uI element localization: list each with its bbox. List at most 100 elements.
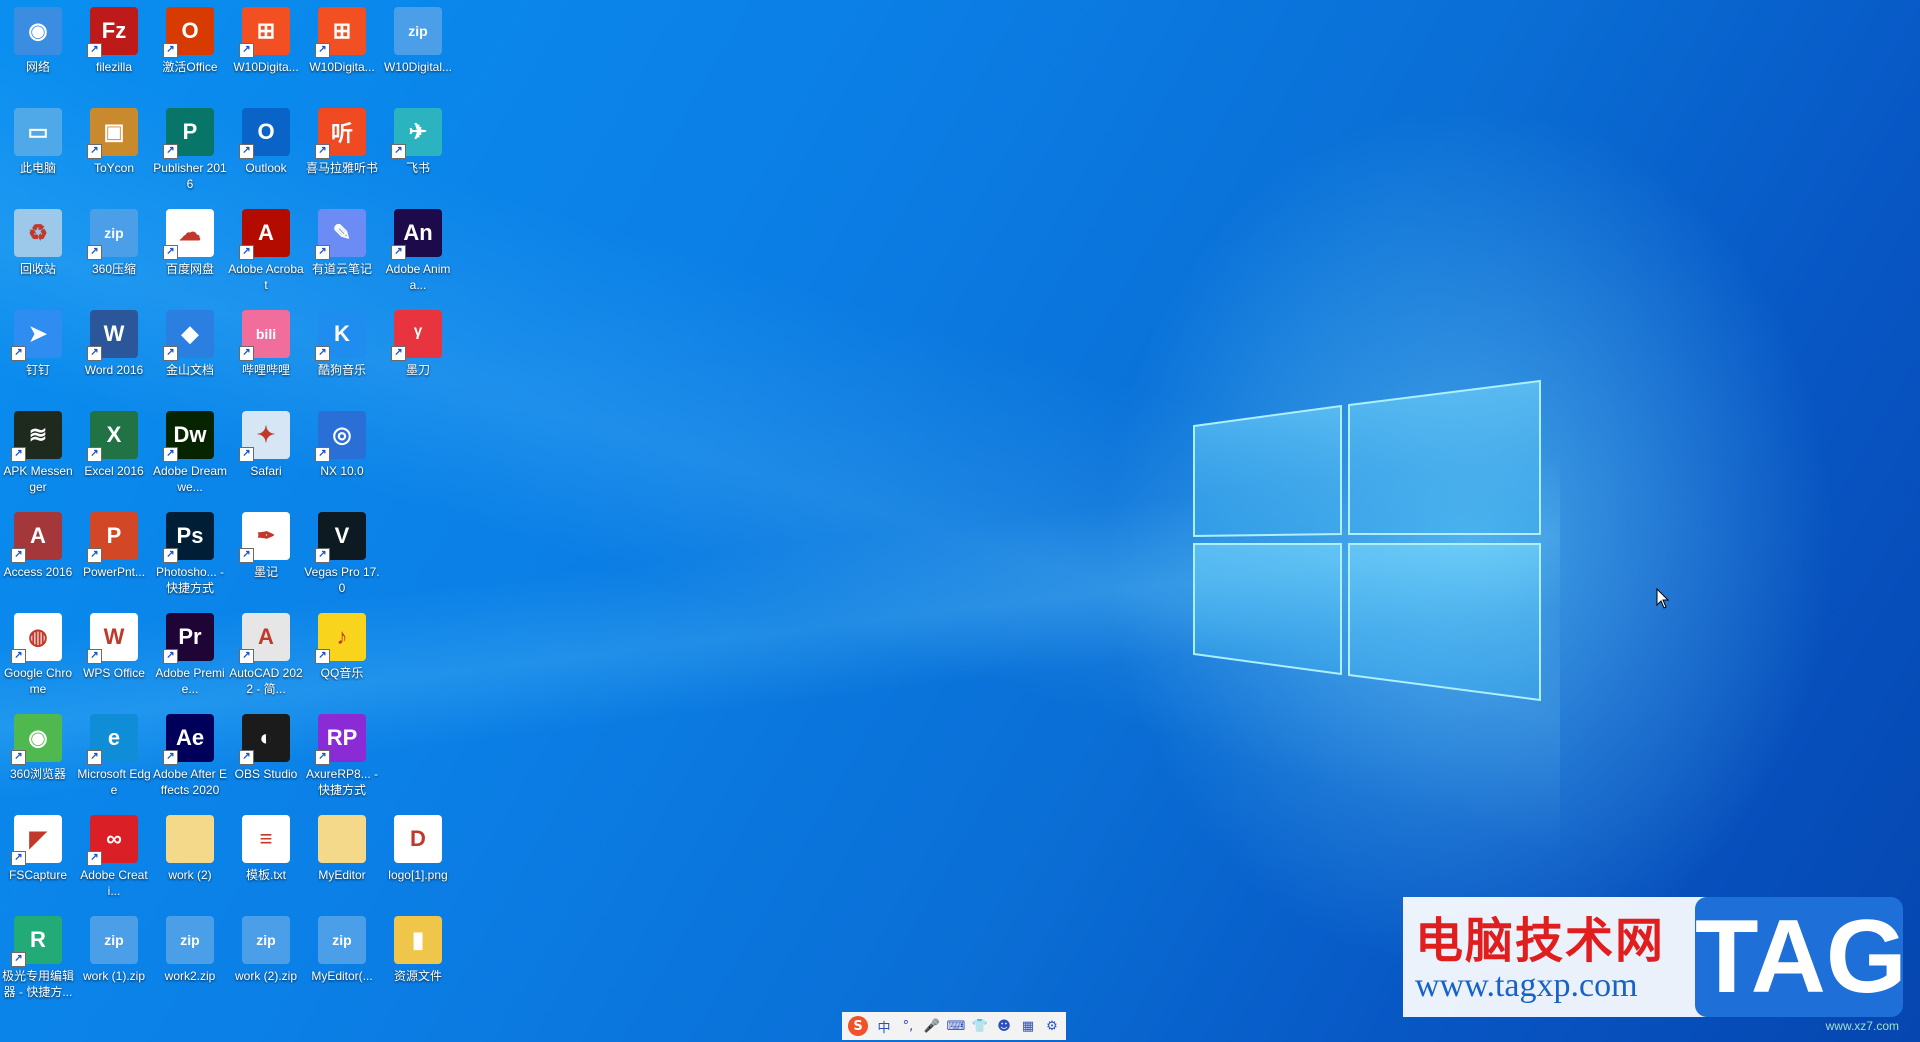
sogou-logo-icon[interactable]: S [848, 1016, 868, 1036]
desktop-icon[interactable]: ♻ 回收站 [1, 205, 75, 301]
desktop-icon[interactable]: Fz ↗ filezilla [77, 3, 151, 99]
desktop-icon[interactable]: ✦ ↗ Safari [229, 407, 303, 503]
ime-toolbox-icon[interactable]: ▦ [1020, 1018, 1036, 1034]
desktop-icon[interactable]: An ↗ Adobe Anima... [381, 205, 455, 301]
desktop-icon[interactable]: ≋ ↗ APK Messenger [1, 407, 75, 503]
desktop-icon[interactable]: e ↗ Microsoft Edge [77, 710, 151, 806]
desktop-icon[interactable]: W ↗ Word 2016 [77, 306, 151, 402]
shortcut-arrow-icon: ↗ [391, 144, 406, 159]
desktop-icon[interactable]: P ↗ Publisher 2016 [153, 104, 227, 200]
desktop-icon[interactable]: P ↗ PowerPnt... [77, 508, 151, 604]
desktop-icon-label: PowerPnt... [82, 565, 146, 579]
jiguang-editor-icon: R ↗ [11, 916, 62, 967]
desktop-icon-label: Adobe Anima... [385, 262, 451, 292]
desktop-icon-label: Outlook [245, 161, 287, 175]
desktop-icon[interactable]: ◐ ↗ OBS Studio [229, 710, 303, 806]
desktop-icon[interactable]: ✎ ↗ 有道云笔记 [305, 205, 379, 301]
desktop-icon[interactable]: zip work (2).zip [229, 912, 303, 1008]
desktop-icon[interactable]: Ae ↗ Adobe After Effects 2020 [153, 710, 227, 806]
desktop-icon[interactable]: ◆ ↗ 金山文档 [153, 306, 227, 402]
desktop-icon[interactable]: ♪ ↗ QQ音乐 [305, 609, 379, 705]
ime-microphone-icon[interactable]: 🎤 [924, 1018, 940, 1034]
desktop-icon[interactable]: ⊞ ↗ W10Digita... [305, 3, 379, 99]
folder-icon [166, 815, 214, 863]
desktop-icon[interactable]: zip work (1).zip [77, 912, 151, 1008]
desktop-icon-label: Vegas Pro 17.0 [304, 565, 380, 595]
desktop-icon[interactable]: K ↗ 酷狗音乐 [305, 306, 379, 402]
desktop-icon[interactable]: RP ↗ AxureRP8... - 快捷方式 [305, 710, 379, 806]
desktop-icon[interactable]: ◉ 网络 [1, 3, 75, 99]
qq-music-icon: ♪ ↗ [315, 613, 366, 664]
desktop-icon[interactable]: work (2) [153, 811, 227, 907]
dreamweaver-icon: Dw ↗ [163, 411, 214, 462]
desktop-icon[interactable]: V ↗ Vegas Pro 17.0 [304, 508, 380, 604]
desktop-icon[interactable]: bili ↗ 哔哩哔哩 [229, 306, 303, 402]
safari-icon: ✦ ↗ [239, 411, 290, 462]
shortcut-arrow-icon: ↗ [239, 548, 254, 563]
ime-chinese-mode[interactable]: 中 [876, 1018, 892, 1036]
shortcut-arrow-icon: ↗ [11, 750, 26, 765]
desktop-icon[interactable]: ▣ ↗ ToYcon [77, 104, 151, 200]
desktop-icon[interactable]: ✈ ↗ 飞书 [381, 104, 455, 200]
desktop-icon[interactable]: ᵞ ↗ 墨刀 [381, 306, 455, 402]
recycle-bin-icon: ♻ [14, 209, 62, 257]
windows-shield-icon: ⊞ ↗ [315, 7, 366, 58]
desktop-icon[interactable]: Pr ↗ Adobe Premie... [153, 609, 227, 705]
desktop-icon[interactable]: ◤ ↗ FSCapture [1, 811, 75, 907]
desktop-icon[interactable]: A ↗ AutoCAD 2022 - 简... [229, 609, 303, 705]
desktop-icon-label: Adobe After Effects 2020 [152, 767, 228, 797]
desktop-icon[interactable]: Dlogo[1].png [381, 811, 455, 907]
desktop-icon-label: Adobe Premie... [155, 666, 225, 696]
watermark-panel: 电脑技术网 www.tagxp.com [1403, 897, 1713, 1017]
desktop-icon[interactable]: ☁ ↗ 百度网盘 [153, 205, 227, 301]
desktop-icon[interactable]: Ps ↗ Photosho... - 快捷方式 [153, 508, 227, 604]
desktop-icon[interactable]: zip ↗ 360压缩 [77, 205, 151, 301]
shortcut-arrow-icon: ↗ [391, 245, 406, 260]
desktop-icon[interactable]: ◍ ↗ Google Chrome [1, 609, 75, 705]
desktop-icon[interactable]: R ↗ 极光专用编辑器 - 快捷方... [1, 912, 75, 1008]
360-browser-icon: ◉ ↗ [11, 714, 62, 765]
desktop-icon[interactable]: A ↗ Access 2016 [1, 508, 75, 604]
desktop-icon[interactable]: MyEditor [305, 811, 379, 907]
desktop-icon[interactable]: 听 ↗ 喜马拉雅听书 [305, 104, 379, 200]
desktop-icon[interactable]: ▮ 资源文件 [381, 912, 455, 1008]
desktop-icon[interactable]: ∞ ↗ Adobe Creati... [77, 811, 151, 907]
desktop-icon[interactable]: ⊞ ↗ W10Digita... [229, 3, 303, 99]
windows-shield-icon: ⊞ ↗ [239, 7, 290, 58]
desktop-icon-label: W10Digita... [309, 60, 375, 74]
ime-robot-icon[interactable]: ☻ [996, 1018, 1012, 1034]
desktop-icon-label: work (2).zip [234, 969, 297, 983]
desktop-icon-label: 回收站 [19, 262, 56, 276]
desktop-icon[interactable]: ◎ ↗ NX 10.0 [305, 407, 379, 503]
desktop-icon[interactable]: O ↗ 激活Office [153, 3, 227, 99]
desktop-icon[interactable]: ≡ 模板.txt [229, 811, 303, 907]
desktop-icon-label: 网络 [25, 60, 50, 74]
desktop-icon[interactable]: ✒ ↗ 墨记 [229, 508, 303, 604]
desktop-icon[interactable]: ➤ ↗ 钉钉 [1, 306, 75, 402]
desktop-icon[interactable]: zip W10Digital... [381, 3, 455, 99]
shortcut-arrow-icon: ↗ [163, 43, 178, 58]
desktop-icon[interactable]: ▭ 此电脑 [1, 104, 75, 200]
ime-toolbar[interactable]: S 中 °, 🎤 ⌨ 👕 ☻ ▦ ⚙ [842, 1012, 1066, 1040]
zip-archive-icon: zip [90, 916, 138, 964]
windows-logo-icon [1193, 379, 1541, 702]
desktop-icon[interactable]: A ↗ Adobe Acrobat [228, 205, 304, 301]
ime-punctuation-icon[interactable]: °, [900, 1018, 916, 1034]
desktop-icon[interactable]: Dw ↗ Adobe Dreamwe... [153, 407, 227, 503]
desktop-icon[interactable]: ◉ ↗ 360浏览器 [1, 710, 75, 806]
shortcut-arrow-icon: ↗ [11, 952, 26, 967]
desktop-icon[interactable]: X ↗ Excel 2016 [77, 407, 151, 503]
shortcut-arrow-icon: ↗ [315, 447, 330, 462]
youdao-note-icon: ✎ ↗ [315, 209, 366, 260]
desktop-icon[interactable]: W ↗ WPS Office [77, 609, 151, 705]
desktop-icon[interactable]: zip MyEditor(... [305, 912, 379, 1008]
desktop-icon-label: work (2) [168, 868, 212, 882]
desktop-icon[interactable]: O ↗ Outlook [229, 104, 303, 200]
desktop-wallpaper[interactable]: ◉ 网络 Fz ↗ filezilla O ↗ 激活Office ⊞ ↗ W10Digita... ⊞… [0, 0, 1920, 1042]
ime-skin-icon[interactable]: 👕 [972, 1018, 988, 1034]
desktop-icon[interactable]: zip work2.zip [153, 912, 227, 1008]
moji-icon: ✒ ↗ [239, 512, 290, 563]
watermark-url: www.tagxp.com [1415, 967, 1638, 1004]
ime-keyboard-icon[interactable]: ⌨ [947, 1018, 966, 1034]
ime-settings-icon[interactable]: ⚙ [1044, 1018, 1060, 1034]
